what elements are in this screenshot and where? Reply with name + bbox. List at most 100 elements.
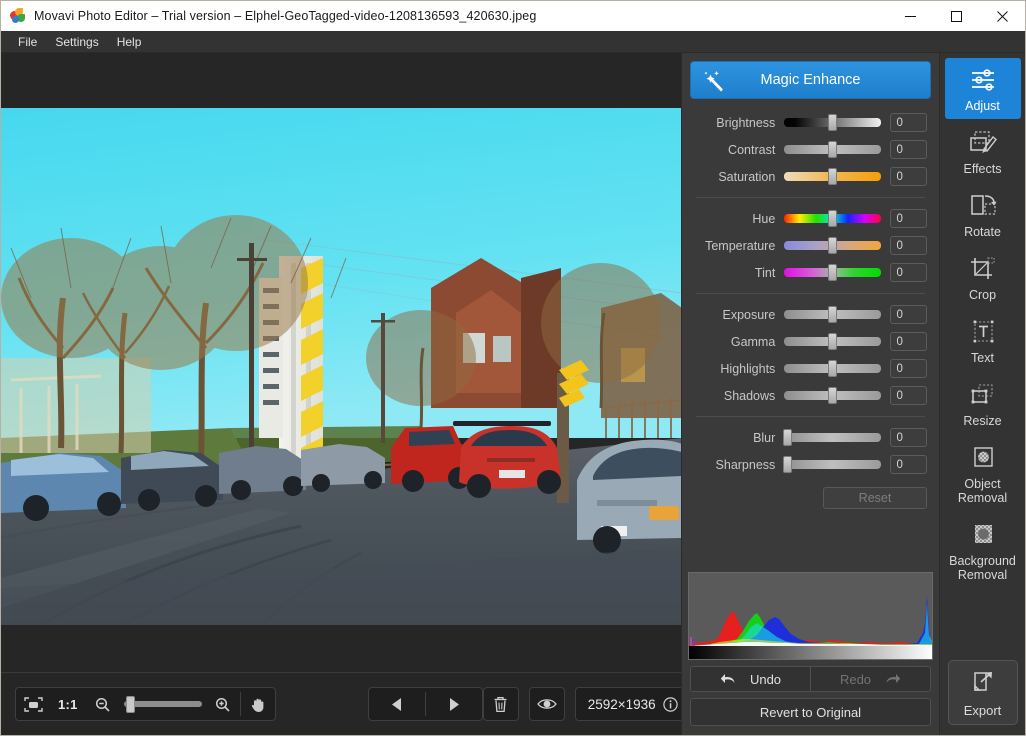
tool-resize[interactable]: Resize bbox=[945, 373, 1021, 434]
slider-handle-sharpness[interactable] bbox=[783, 456, 793, 473]
menu-settings[interactable]: Settings bbox=[46, 33, 107, 51]
export-label: Export bbox=[963, 703, 1002, 718]
slider-handle-highlights[interactable] bbox=[827, 360, 837, 377]
zoom-in-icon[interactable] bbox=[206, 688, 240, 720]
slider-track-exposure[interactable] bbox=[784, 306, 881, 323]
slider-value-shadows[interactable]: 0 bbox=[889, 386, 927, 405]
slider-track-gamma[interactable] bbox=[784, 333, 881, 350]
slider-value-gamma[interactable]: 0 bbox=[889, 332, 927, 351]
slider-handle-exposure[interactable] bbox=[827, 306, 837, 323]
undo-arrow-icon bbox=[720, 673, 735, 683]
slider-handle-hue[interactable] bbox=[827, 210, 837, 227]
tool-label-adjust: Adjust bbox=[965, 99, 1000, 113]
tool-background-removal[interactable]: Background Removal bbox=[945, 513, 1021, 588]
main-body: STOP bbox=[1, 53, 1025, 735]
slider-value-tint[interactable]: 0 bbox=[889, 263, 927, 282]
slider-row-contrast: Contrast 0 bbox=[682, 136, 939, 163]
app-window: Movavi Photo Editor – Trial version – El… bbox=[0, 0, 1026, 736]
slider-track-temperature[interactable] bbox=[784, 237, 881, 254]
slider-label-contrast: Contrast bbox=[728, 142, 776, 157]
slider-track-saturation[interactable] bbox=[784, 168, 881, 185]
slider-track-shadows[interactable] bbox=[784, 387, 881, 404]
tool-adjust[interactable]: Adjust bbox=[944, 58, 1021, 119]
menu-help[interactable]: Help bbox=[108, 33, 151, 51]
slider-row-blur: Blur 0 bbox=[682, 424, 939, 451]
slider-track-blur[interactable] bbox=[783, 429, 881, 446]
slider-label-temperature: Temperature bbox=[705, 238, 776, 253]
slider-row-exposure: Exposure 0 bbox=[682, 301, 939, 328]
slider-label-tint: Tint bbox=[754, 265, 776, 280]
slider-row-brightness: Brightness 0 bbox=[682, 109, 939, 136]
zoom-ratio-label[interactable]: 1:1 bbox=[50, 697, 86, 712]
slider-handle-tint[interactable] bbox=[827, 264, 837, 281]
slider-value-saturation[interactable]: 0 bbox=[889, 167, 927, 186]
tool-text[interactable]: Text bbox=[945, 310, 1021, 371]
redo-button[interactable]: Redo bbox=[811, 667, 930, 691]
tool-effects[interactable]: Effects bbox=[945, 121, 1021, 182]
delete-button[interactable] bbox=[482, 687, 519, 721]
hand-pan-icon[interactable] bbox=[241, 688, 275, 720]
tool-label-text: Text bbox=[971, 351, 994, 365]
menu-bar: File Settings Help bbox=[1, 31, 1025, 53]
slider-row-temperature: Temperature 0 bbox=[682, 232, 939, 259]
eye-compare-icon[interactable] bbox=[530, 688, 564, 720]
tool-rail: Adjust Effects Rotate Crop Text Resize O… bbox=[939, 53, 1025, 735]
slider-value-hue[interactable]: 0 bbox=[889, 209, 927, 228]
zoom-slider-track bbox=[123, 701, 202, 707]
reset-button[interactable]: Reset bbox=[823, 487, 927, 509]
adjust-panel: Magic Enhance Brightness 0 Contrast 0 Sa… bbox=[681, 53, 939, 735]
tool-crop[interactable]: Crop bbox=[945, 247, 1021, 308]
slider-track-brightness[interactable] bbox=[784, 114, 881, 131]
zoom-slider-handle[interactable] bbox=[125, 696, 135, 713]
slider-value-blur[interactable]: 0 bbox=[889, 428, 927, 447]
slider-value-highlights[interactable]: 0 bbox=[889, 359, 927, 378]
revert-to-original-button[interactable]: Revert to Original bbox=[690, 698, 931, 726]
tool-rotate[interactable]: Rotate bbox=[945, 184, 1021, 245]
slider-handle-contrast[interactable] bbox=[827, 141, 837, 158]
slider-handle-temperature[interactable] bbox=[827, 237, 837, 254]
crop-icon bbox=[968, 254, 998, 284]
slider-handle-shadows[interactable] bbox=[827, 387, 837, 404]
slider-value-exposure[interactable]: 0 bbox=[889, 305, 927, 324]
image-dimensions-box[interactable]: 2592×1936 bbox=[574, 687, 691, 721]
tool-object-removal[interactable]: Object Removal bbox=[945, 436, 1021, 511]
slider-row-tint: Tint 0 bbox=[682, 259, 939, 286]
compare-button[interactable] bbox=[528, 687, 565, 721]
slider-handle-brightness[interactable] bbox=[827, 114, 837, 131]
slider-handle-saturation[interactable] bbox=[827, 168, 837, 185]
slider-track-tint[interactable] bbox=[784, 264, 881, 281]
undo-button[interactable]: Undo bbox=[691, 667, 810, 691]
menu-file[interactable]: File bbox=[9, 33, 46, 51]
close-button[interactable] bbox=[979, 1, 1025, 31]
slider-row-sharpness: Sharpness 0 bbox=[682, 451, 939, 478]
slider-value-contrast[interactable]: 0 bbox=[889, 140, 927, 159]
zoom-out-icon[interactable] bbox=[86, 688, 120, 720]
zoom-slider[interactable] bbox=[120, 688, 206, 720]
tool-label-background-removal-text: Background Removal bbox=[949, 554, 1016, 582]
next-image-icon[interactable] bbox=[426, 688, 482, 720]
trash-icon[interactable] bbox=[484, 688, 518, 720]
image-canvas[interactable]: STOP bbox=[1, 53, 681, 672]
slider-track-highlights[interactable] bbox=[784, 360, 881, 377]
minimize-button[interactable] bbox=[887, 1, 933, 31]
slider-track-hue[interactable] bbox=[784, 210, 881, 227]
fit-to-screen-icon[interactable] bbox=[16, 688, 50, 720]
slider-handle-blur[interactable] bbox=[783, 429, 793, 446]
slider-track-sharpness[interactable] bbox=[783, 456, 881, 473]
slider-value-sharpness[interactable]: 0 bbox=[889, 455, 927, 474]
resize-icon bbox=[968, 380, 998, 410]
magic-enhance-button[interactable]: Magic Enhance bbox=[690, 61, 931, 99]
maximize-button[interactable] bbox=[933, 1, 979, 31]
slider-label-exposure: Exposure bbox=[722, 307, 776, 322]
previous-image-icon[interactable] bbox=[369, 688, 425, 720]
bottom-toolbar: 1:1 2592×1936 bbox=[1, 672, 691, 735]
slider-value-brightness[interactable]: 0 bbox=[889, 113, 927, 132]
slider-track-contrast[interactable] bbox=[784, 141, 881, 158]
info-icon[interactable] bbox=[662, 696, 678, 712]
slider-value-temperature[interactable]: 0 bbox=[889, 236, 927, 255]
redo-label: Redo bbox=[839, 671, 872, 687]
photo-image: STOP bbox=[1, 108, 681, 625]
window-title: Movavi Photo Editor – Trial version – El… bbox=[34, 9, 537, 23]
export-button[interactable]: Export bbox=[947, 660, 1018, 725]
slider-handle-gamma[interactable] bbox=[827, 333, 837, 350]
